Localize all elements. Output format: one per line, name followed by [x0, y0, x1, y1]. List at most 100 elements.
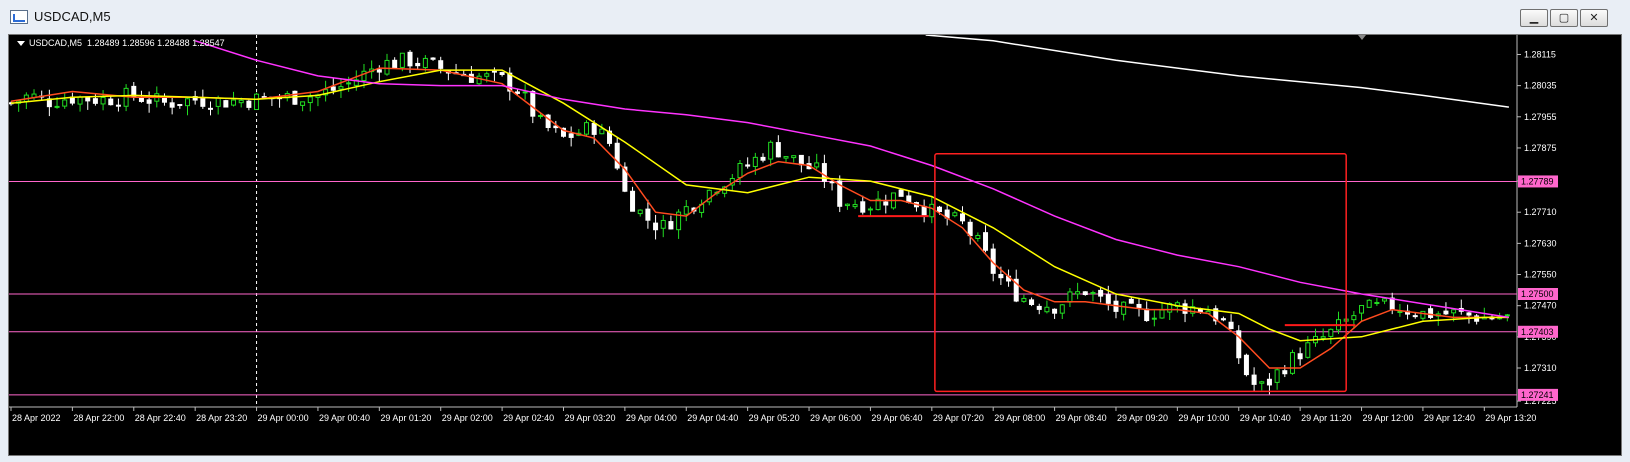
candle — [184, 97, 190, 116]
time-tick-label: 29 Apr 09:20 — [1117, 413, 1168, 423]
candle-body — [775, 142, 781, 158]
candle — [967, 219, 973, 245]
candle — [77, 95, 83, 112]
minimize-button[interactable]: ▁ — [1520, 9, 1548, 27]
moving-average-line — [10, 69, 1509, 342]
price-line-label: 1.27500 — [1521, 289, 1554, 299]
time-tick-label: 29 Apr 04:40 — [687, 413, 738, 423]
chart-window-icon — [10, 10, 28, 24]
price-tick-label: 1.27710 — [1524, 207, 1557, 217]
candle-body — [1159, 309, 1165, 319]
candle — [814, 153, 820, 170]
candle — [1282, 365, 1288, 378]
candle — [223, 99, 229, 108]
candle — [614, 137, 620, 171]
time-tick-label: 29 Apr 06:40 — [871, 413, 922, 423]
chart-canvas[interactable]: 1.281151.280351.279551.278751.277901.277… — [9, 35, 1621, 455]
candle-body — [768, 141, 774, 160]
candle — [415, 57, 421, 70]
candle-body — [1328, 328, 1334, 337]
candle — [1228, 314, 1234, 330]
candle-body — [1243, 354, 1249, 376]
candle-body — [1082, 291, 1088, 296]
candle-body — [745, 164, 751, 167]
candle-body — [208, 107, 214, 110]
maximize-button[interactable]: ▢ — [1550, 9, 1578, 27]
candle — [254, 92, 260, 111]
candle — [852, 199, 858, 209]
candle-body — [346, 82, 352, 85]
candle-body — [438, 60, 444, 69]
candle-body — [645, 208, 651, 221]
collapse-arrow-icon[interactable] — [17, 41, 25, 47]
candle — [1428, 304, 1434, 320]
candle — [46, 89, 52, 117]
candle — [307, 91, 313, 112]
candle-body — [683, 206, 689, 215]
candle — [975, 232, 981, 242]
candle — [913, 201, 919, 212]
candle — [1336, 311, 1342, 335]
candle-body — [791, 155, 797, 159]
candle-body — [292, 90, 298, 105]
candle — [745, 157, 751, 169]
candle — [261, 92, 267, 99]
candle — [568, 126, 574, 147]
price-chart[interactable]: 1.281151.280351.279551.278751.277901.277… — [8, 34, 1622, 456]
close-button[interactable]: ✕ — [1580, 9, 1608, 27]
candle-body — [1052, 308, 1058, 314]
candle — [1220, 316, 1226, 322]
candle — [1359, 304, 1365, 322]
chart-shift-marker — [1358, 35, 1366, 40]
candle — [775, 135, 781, 158]
candle-body — [660, 219, 666, 229]
candle — [1029, 297, 1035, 307]
candle-body — [392, 59, 398, 69]
candle-body — [499, 72, 505, 75]
candle-body — [1428, 308, 1434, 318]
candle — [146, 91, 152, 113]
candle-body — [330, 86, 336, 91]
candle — [123, 84, 129, 112]
candle — [668, 215, 674, 230]
candle-body — [1305, 342, 1311, 358]
candle-body — [54, 105, 60, 108]
title-bar[interactable]: USDCAD,M5 ▁ ▢ ✕ — [0, 0, 1630, 34]
candle — [837, 175, 843, 213]
candle — [944, 204, 950, 226]
candle-body — [1036, 305, 1042, 310]
candle-body — [169, 102, 175, 108]
candle — [522, 84, 528, 100]
time-tick-label: 28 Apr 2022 — [12, 413, 61, 423]
candle-body — [1021, 297, 1027, 302]
candle-body — [177, 104, 183, 107]
candle-body — [798, 154, 804, 166]
candle-body — [1359, 304, 1365, 314]
candle — [622, 162, 628, 193]
candle-body — [921, 205, 927, 217]
candle — [607, 126, 613, 147]
candle-body — [246, 100, 252, 108]
candle — [468, 65, 474, 83]
price-tick-label: 1.28115 — [1524, 49, 1556, 59]
candle-body — [484, 73, 490, 77]
candle — [1289, 349, 1295, 375]
candle-body — [231, 99, 237, 106]
candle-body — [1320, 336, 1326, 339]
candle — [960, 206, 966, 225]
candle — [921, 199, 927, 223]
candle — [177, 104, 183, 109]
candle — [1067, 288, 1073, 308]
candle-body — [407, 51, 413, 67]
candle-body — [1220, 318, 1226, 321]
chart-symbol-header: USDCAD,M5 1.28489 1.28596 1.28488 1.2854… — [17, 38, 225, 48]
price-tick-label: 1.27875 — [1524, 143, 1557, 153]
candle — [430, 57, 436, 61]
candle-body — [476, 75, 482, 85]
candle — [1458, 299, 1464, 315]
price-tick-label: 1.27630 — [1524, 238, 1557, 248]
candle-body — [1128, 298, 1134, 304]
candle-body — [1105, 294, 1111, 304]
candle-body — [415, 62, 421, 67]
candle — [1121, 301, 1127, 321]
